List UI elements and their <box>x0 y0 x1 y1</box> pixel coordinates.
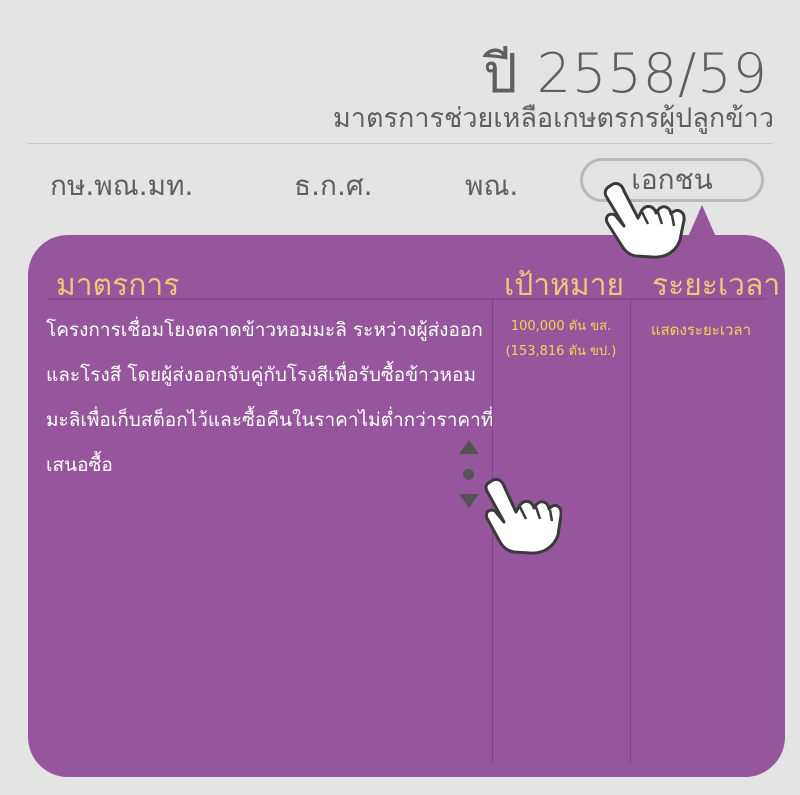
target-line-2: (153,816 ตัน ขป.) <box>505 344 617 359</box>
page-subtitle: มาตรการช่วยเหลือเกษตรกรผู้ปลูกข้าว <box>333 103 774 134</box>
arrow-up-icon[interactable] <box>459 440 479 454</box>
column-header-measure: มาตรการ <box>56 268 180 303</box>
hand-pointer-icon <box>484 478 562 555</box>
arrow-down-icon[interactable] <box>459 494 479 508</box>
tab-moac-moc-moi[interactable]: กษ.พณ.มท. <box>50 164 193 208</box>
header-underline <box>48 298 766 300</box>
target-line-1: 100,000 ตัน ขส. <box>510 319 612 334</box>
scroll-control[interactable] <box>455 440 483 510</box>
header-divider <box>28 143 772 144</box>
measure-description: โครงการเชื่อมโยงตลาดข้าวหอมมะลิ ระหว่างผ… <box>46 319 494 476</box>
column-header-period: ระยะเวลา <box>652 268 781 303</box>
tab-moc[interactable]: พณ. <box>465 164 518 208</box>
hand-pointer-icon <box>603 182 686 259</box>
dot-icon <box>463 469 474 480</box>
period-link[interactable]: แสดงระยะเวลา <box>636 318 766 342</box>
target-value: 100,000 ตัน ขส. (153,816 ตัน ขป.) <box>494 314 628 364</box>
column-divider <box>630 298 631 764</box>
panel-pointer <box>688 205 716 237</box>
column-header-target: เป้าหมาย <box>504 268 625 303</box>
tab-baac[interactable]: ธ.ก.ศ. <box>294 164 373 208</box>
